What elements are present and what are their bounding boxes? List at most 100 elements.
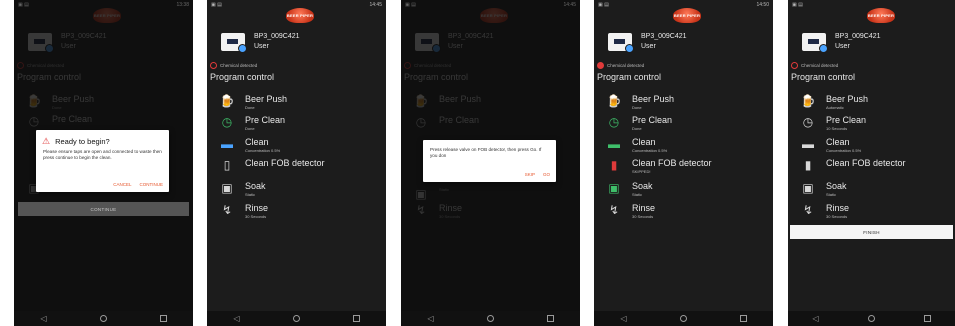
beer-mug-icon: 🍺	[219, 94, 235, 108]
device-icon	[802, 33, 828, 53]
nav-bar: ◁	[14, 311, 193, 326]
tank-icon: ▬	[221, 137, 233, 151]
step-beer-push: 🍺 Beer Push Automatic	[800, 94, 869, 110]
screen-4: ▣ ▤ 14:50 BEER PIPER BP3_009C421 User Chem…	[594, 0, 773, 326]
step-rinse: ↯ Rinse 30 Seconds	[800, 202, 849, 219]
clock-icon: ◷	[802, 115, 814, 129]
status-time: 14:45	[369, 2, 382, 8]
device-id: BP3_009C421	[254, 33, 300, 40]
home-icon[interactable]	[679, 315, 687, 322]
recents-icon[interactable]	[739, 315, 747, 322]
home-icon[interactable]	[867, 315, 875, 322]
screen-2: ▣ ▤ 14:45 BEER PIPER BP3_009C421 User Chem…	[207, 0, 386, 326]
finish-button[interactable]: FINISH	[790, 225, 953, 239]
dialog-title: Ready to begin?	[55, 137, 110, 146]
nav-bar: ◁	[788, 311, 955, 326]
chemical-status: Chemical detected	[210, 62, 257, 69]
back-icon[interactable]: ◁	[233, 314, 239, 323]
device-icon	[221, 33, 247, 53]
clock-icon: ◷	[221, 115, 233, 129]
step-clean: ▬ Clean Concentration 0.5%	[221, 137, 281, 153]
device-header: BP3_009C421 User	[221, 32, 300, 53]
screen-3: ▣ ▤ 14:45 BEER PIPER BP3_009C421 User Chem…	[401, 0, 580, 326]
beer-mug-icon: 🍺	[606, 94, 622, 108]
back-icon[interactable]: ◁	[812, 314, 818, 323]
chemical-status: Chemical detected	[597, 62, 644, 69]
step-fob: ▮ Clean FOB detector	[800, 157, 906, 173]
go-button[interactable]: GO	[543, 172, 550, 177]
nav-bar: ◁	[401, 311, 580, 326]
check-icon	[819, 44, 828, 53]
clock-icon: ◷	[608, 115, 620, 129]
device-role: User	[641, 43, 656, 50]
device-id: BP3_009C421	[641, 33, 687, 40]
rinse-icon: ↯	[608, 203, 620, 217]
fob-dialog: Press release valve on FOB detector, the…	[423, 140, 556, 182]
beer-mug-icon: 🍺	[800, 94, 816, 108]
dialog-message: Press release valve on FOB detector, the…	[430, 147, 542, 158]
soak-icon: ▣	[221, 181, 233, 195]
page-title: Program control	[597, 72, 662, 82]
chemical-indicator-icon	[791, 62, 798, 69]
page-title: Program control	[210, 72, 275, 82]
step-soak: ▣ Soak Static	[606, 180, 652, 197]
step-fob: ▯ Clean FOB detector	[219, 157, 325, 173]
step-beer-push: 🍺 Beer Push Done	[219, 94, 288, 110]
status-bar: ▣ ▤	[792, 2, 803, 8]
cancel-button[interactable]: CANCEL	[113, 182, 131, 187]
screen-1: ▣ ▤ 13:38 BEER PIPER BP3_009C421 User Chem…	[14, 0, 193, 326]
nav-bar: ◁	[594, 311, 773, 326]
step-rinse: ↯ Rinse 30 Seconds	[606, 202, 655, 219]
fob-detector-icon: ▯	[223, 158, 231, 172]
brand-logo: BEER PIPER	[867, 8, 895, 23]
recents-icon[interactable]	[159, 315, 167, 322]
step-pre-clean: ◷ Pre Clean Done	[219, 114, 285, 131]
fob-detector-icon: ▮	[610, 158, 618, 172]
warning-icon: ⚠	[42, 136, 51, 146]
recents-icon[interactable]	[546, 315, 554, 322]
page-title: Program control	[791, 72, 856, 82]
tank-icon: ▬	[802, 137, 814, 151]
device-header: BP3_009C421 User	[802, 32, 881, 53]
back-icon[interactable]: ◁	[620, 314, 626, 323]
back-icon[interactable]: ◁	[40, 314, 46, 323]
brand-logo: BEER PIPER	[673, 8, 701, 23]
step-soak: ▣ Soak Static	[800, 180, 846, 197]
home-icon[interactable]	[292, 315, 300, 322]
check-icon	[625, 44, 634, 53]
dialog-message: Please ensure taps are open and connecte…	[43, 149, 162, 160]
step-soak: ▣ Soak Static	[219, 180, 265, 197]
step-rinse: ↯ Rinse 30 Seconds	[219, 202, 268, 219]
device-icon	[608, 33, 634, 53]
step-beer-push: 🍺 Beer Push Done	[606, 94, 675, 110]
check-icon	[238, 44, 247, 53]
brand-logo: BEER PIPER	[286, 8, 314, 23]
tank-icon: ▬	[608, 137, 620, 151]
step-fob: ▮ Clean FOB detector SKIPPED!	[606, 157, 712, 174]
step-clean: ▬ Clean Concentration 0.5%	[608, 137, 668, 153]
back-icon[interactable]: ◁	[427, 314, 433, 323]
chemical-indicator-icon	[597, 62, 604, 69]
device-role: User	[254, 43, 269, 50]
status-time: 14:50	[756, 2, 769, 8]
soak-icon: ▣	[802, 181, 814, 195]
chemical-indicator-icon	[210, 62, 217, 69]
chemical-status: Chemical detected	[791, 62, 838, 69]
skip-button[interactable]: SKIP	[525, 172, 535, 177]
rinse-icon: ↯	[802, 203, 814, 217]
device-header: BP3_009C421 User	[608, 32, 687, 53]
continue-button[interactable]: CONTINUE	[18, 202, 189, 216]
step-pre-clean: ◷ Pre Clean Done	[606, 114, 672, 131]
continue-dialog-button[interactable]: CONTINUE	[140, 182, 164, 187]
home-icon[interactable]	[99, 315, 107, 322]
home-icon[interactable]	[486, 315, 494, 322]
screen-5: ▣ ▤ BEER PIPER BP3_009C421 User Chemical …	[788, 0, 955, 326]
nav-bar: ◁	[207, 311, 386, 326]
device-role: User	[835, 43, 850, 50]
ready-dialog: ⚠ Ready to begin? Please ensure taps are …	[36, 130, 169, 192]
recents-icon[interactable]	[352, 315, 360, 322]
fob-detector-icon: ▮	[804, 158, 812, 172]
recents-icon[interactable]	[923, 315, 931, 322]
rinse-icon: ↯	[221, 203, 233, 217]
device-id: BP3_009C421	[835, 33, 881, 40]
